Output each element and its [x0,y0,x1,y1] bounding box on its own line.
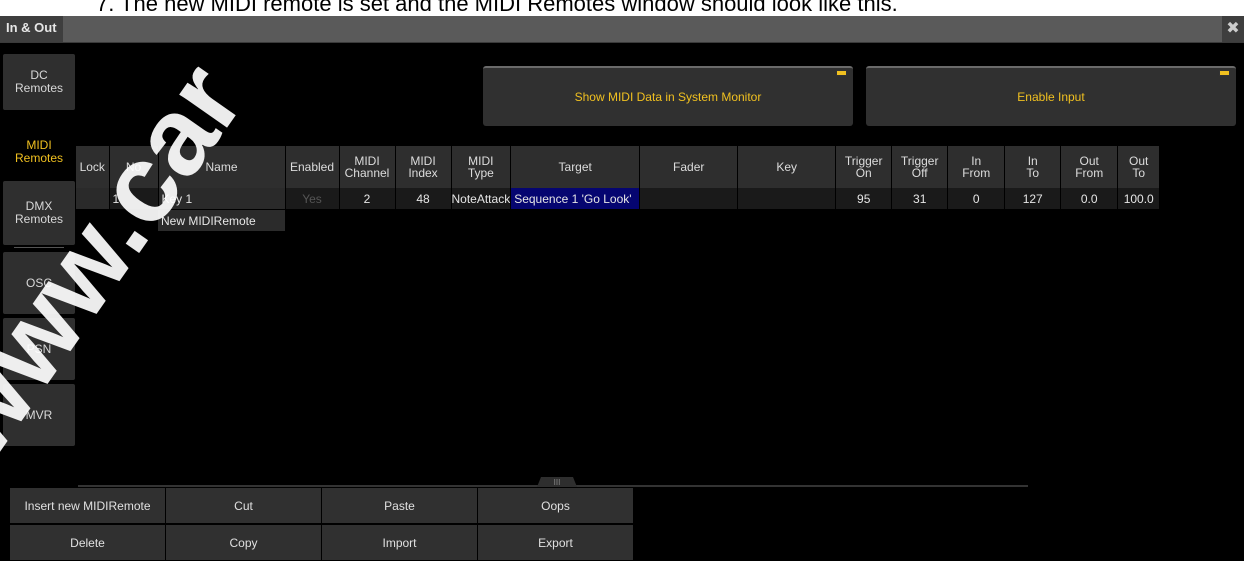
col-midi-channel[interactable]: MIDI Channel [339,146,396,188]
cell-key[interactable] [737,188,837,210]
cell-trigger-on[interactable]: 95 [835,188,893,210]
copy-button[interactable]: Copy [166,525,321,560]
col-out-to[interactable]: Out To [1117,146,1161,188]
enable-input-label: Enable Input [1017,90,1085,104]
cut-button[interactable]: Cut [166,488,321,523]
enable-input-button[interactable]: Enable Input [866,66,1236,126]
empty-cell [109,209,158,232]
col-name[interactable]: Name [158,146,286,188]
cell-lock[interactable] [76,188,110,210]
col-trigger-off[interactable]: Trigger Off [891,146,949,188]
cell-out-to[interactable]: 100.0 [1117,188,1161,210]
tab-dmx-remotes[interactable]: DMX Remotes [3,181,75,245]
import-button[interactable]: Import [322,525,477,560]
empty-cell [285,209,1160,232]
cell-enabled[interactable]: Yes [285,188,340,210]
new-midiremote-cell[interactable]: New MIDIRemote [158,209,286,232]
tab-psn[interactable]: PSN [3,318,75,380]
midi-remotes-table: Lock No Name Enabled MIDI Channel MIDI I… [76,146,1161,232]
caption: 7. The new MIDI remote is set and the MI… [0,0,1244,16]
col-trigger-on[interactable]: Trigger On [835,146,893,188]
tab-label: MIDI Remotes [14,138,64,165]
tab-label: PSN [26,341,52,356]
tab-osc[interactable]: OSC [3,252,75,314]
tab-dc-remotes[interactable]: DC Remotes [3,54,75,110]
col-in-to[interactable]: In To [1004,146,1062,188]
cell-midi-type[interactable]: NoteAttack [451,188,512,210]
cell-name[interactable]: Key 1 [158,188,286,210]
status-led [1219,70,1230,76]
in-out-window: In & Out ✖ DC Remotes MIDI Remotes DMX R… [0,16,1244,561]
sidebar-tabs: DC Remotes MIDI Remotes DMX Remotes OSC … [0,42,76,472]
col-fader[interactable]: Fader [639,146,739,188]
show-midi-data-button[interactable]: Show MIDI Data in System Monitor [483,66,853,126]
tab-divider [14,247,64,248]
new-row: New MIDIRemote [76,209,1160,232]
tab-label: OSC [25,275,52,290]
tab-label: DC Remotes [14,68,64,95]
export-button[interactable]: Export [478,525,633,560]
col-key[interactable]: Key [737,146,837,188]
col-enabled[interactable]: Enabled [285,146,340,188]
tab-mvr[interactable]: MVR [3,384,75,446]
col-out-from[interactable]: Out From [1060,146,1119,188]
window-title: In & Out [0,16,63,42]
cell-no[interactable]: 1 [109,188,159,210]
bottom-toolbar: Insert new MIDIRemote Cut Paste Oops Del… [0,488,1244,561]
col-midi-type[interactable]: MIDI Type [451,146,512,188]
cell-in-to[interactable]: 127 [1004,188,1062,210]
cell-fader[interactable] [639,188,739,210]
cell-target[interactable]: Sequence 1 'Go Look' [510,188,641,210]
col-lock[interactable]: Lock [76,146,110,188]
tab-label: DMX Remotes [14,199,64,226]
table-row[interactable]: 1 Key 1 Yes 2 48 NoteAttack Sequence 1 '… [76,188,1161,210]
col-target[interactable]: Target [510,146,641,188]
scroll-handle[interactable]: III [537,477,577,487]
insert-new-midiremote-button[interactable]: Insert new MIDIRemote [10,488,165,523]
delete-button[interactable]: Delete [10,525,165,560]
cell-out-from[interactable]: 0.0 [1060,188,1119,210]
col-midi-index[interactable]: MIDI Index [395,146,452,188]
tab-label: MVR [25,407,53,422]
close-icon[interactable]: ✖ [1222,16,1244,42]
cell-in-from[interactable]: 0 [947,188,1006,210]
paste-button[interactable]: Paste [322,488,477,523]
tab-midi-remotes[interactable]: MIDI Remotes [3,124,75,180]
col-in-from[interactable]: In From [947,146,1006,188]
status-led [836,70,847,76]
table-header: Lock No Name Enabled MIDI Channel MIDI I… [76,146,1161,188]
show-midi-label: Show MIDI Data in System Monitor [574,90,762,104]
col-no[interactable]: No [109,146,159,188]
cell-midi-index[interactable]: 48 [395,188,452,210]
cell-trigger-off[interactable]: 31 [891,188,949,210]
title-bar: In & Out ✖ [0,16,1244,43]
empty-cell [76,209,109,232]
oops-button[interactable]: Oops [478,488,633,523]
cell-midi-channel[interactable]: 2 [339,188,396,210]
